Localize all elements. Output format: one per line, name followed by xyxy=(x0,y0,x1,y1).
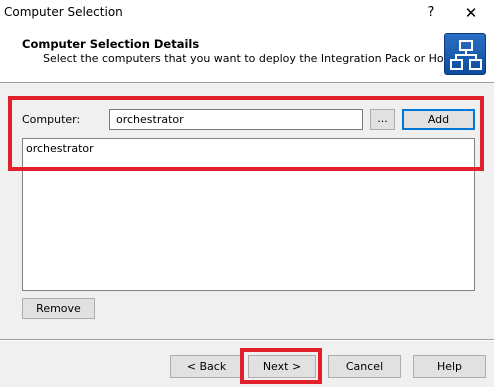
header-subtitle: Select the computers that you want to de… xyxy=(43,52,483,65)
close-button[interactable]: ✕ xyxy=(460,2,482,24)
footer-divider-highlight xyxy=(0,340,494,341)
next-highlight-box xyxy=(240,348,322,384)
computer-highlight-box xyxy=(8,96,484,171)
cancel-button[interactable]: Cancel xyxy=(328,355,401,378)
title-bar: Computer Selection ? ✕ xyxy=(0,0,494,28)
wizard-header: Computer Selection Details Select the co… xyxy=(0,28,494,83)
network-topology-icon xyxy=(444,33,486,75)
window-title: Computer Selection xyxy=(4,5,123,19)
back-button[interactable]: < Back xyxy=(170,355,243,378)
title-help-button[interactable]: ? xyxy=(420,2,442,24)
help-button[interactable]: Help xyxy=(413,355,486,378)
remove-button[interactable]: Remove xyxy=(22,298,95,319)
header-title: Computer Selection Details xyxy=(22,37,200,51)
